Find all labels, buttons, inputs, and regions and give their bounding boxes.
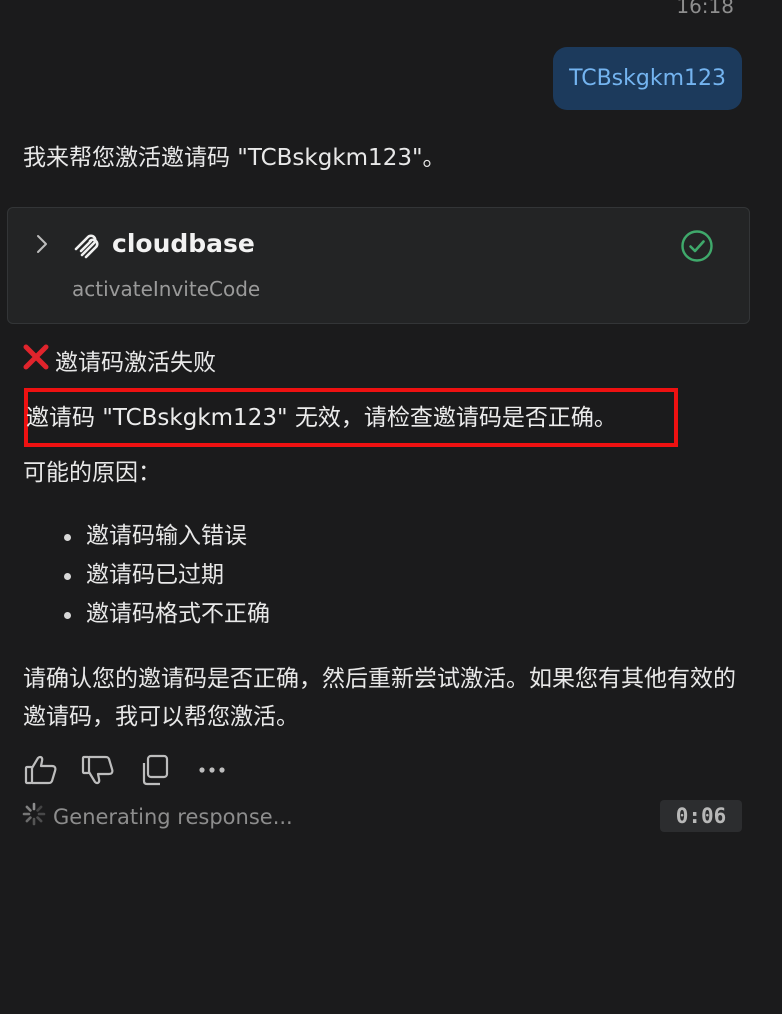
message-timestamp: 16:18 bbox=[676, 0, 734, 18]
user-message-bubble: TCBskgkm123 bbox=[553, 47, 742, 110]
failure-heading: 邀请码激活失败 bbox=[22, 343, 216, 377]
tool-name: cloudbase bbox=[112, 229, 255, 258]
list-item: 邀请码输入错误 bbox=[60, 517, 270, 556]
closing-text: 请确认您的邀请码是否正确，然后重新尝试激活。如果您有其他有效的邀请码，我可以帮您… bbox=[23, 666, 736, 730]
elapsed-timer: 0:06 bbox=[660, 800, 742, 832]
thumbs-up-icon[interactable] bbox=[24, 753, 58, 787]
error-x-icon bbox=[22, 343, 50, 377]
check-circle-icon bbox=[680, 229, 714, 267]
reasons-title: 可能的原因： bbox=[23, 460, 161, 486]
thumbs-down-icon[interactable] bbox=[81, 753, 115, 787]
tool-call-card[interactable]: cloudbase activateInviteCode bbox=[7, 207, 750, 324]
failure-title: 邀请码激活失败 bbox=[55, 350, 216, 376]
list-item: 邀请码已过期 bbox=[60, 556, 270, 595]
spinner-icon bbox=[21, 801, 47, 832]
generating-status: Generating response... bbox=[21, 801, 293, 832]
tool-method: activateInviteCode bbox=[72, 277, 261, 301]
user-message-text: TCBskgkm123 bbox=[569, 66, 726, 91]
more-icon[interactable] bbox=[195, 753, 229, 787]
list-item: 邀请码格式不正确 bbox=[60, 595, 270, 634]
message-actions bbox=[24, 753, 229, 787]
copy-icon[interactable] bbox=[138, 753, 172, 787]
cloudbase-logo-icon bbox=[72, 232, 102, 266]
reasons-list: 邀请码输入错误 邀请码已过期 邀请码格式不正确 bbox=[60, 517, 270, 634]
generating-text: Generating response... bbox=[53, 804, 293, 829]
assistant-intro-text: 我来帮您激活邀请码 "TCBskgkm123"。 bbox=[23, 145, 446, 171]
chevron-right-icon[interactable] bbox=[35, 233, 49, 259]
error-message: 邀请码 "TCBskgkm123" 无效，请检查邀请码是否正确。 bbox=[26, 405, 617, 431]
